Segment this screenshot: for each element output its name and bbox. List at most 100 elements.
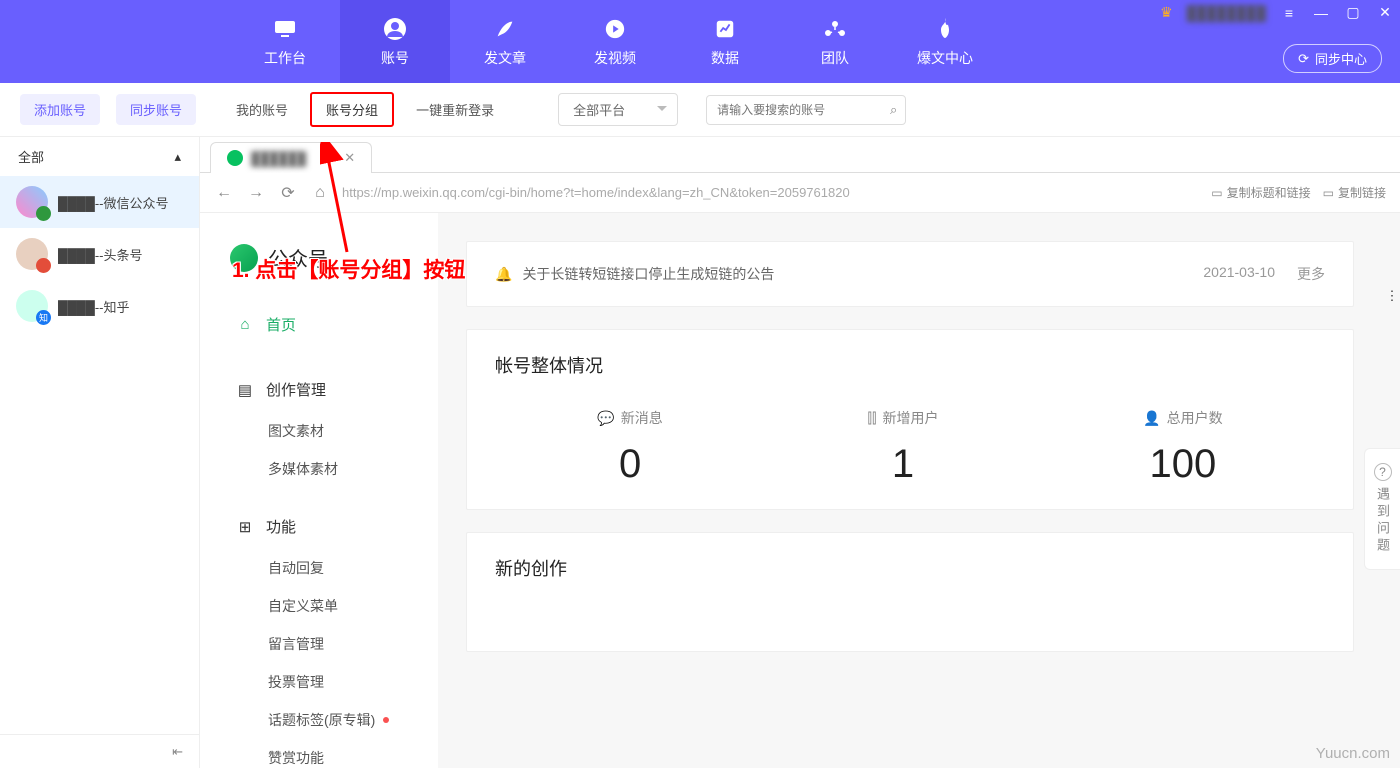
mp-content: 🔔 5 🔔 关于长链转短链接口停止生成短链的公告 2021-03-10 更多 — [438, 213, 1400, 768]
account-search[interactable]: ⌕ — [706, 95, 906, 125]
search-icon[interactable]: ⌕ — [882, 102, 905, 118]
sub-image-text[interactable]: 图文素材 — [230, 412, 420, 450]
browser-panel: ██████ ✕ ← → ⟳ ⌂ https://mp.weixin.qq.co… — [200, 137, 1400, 768]
home-button[interactable]: ⌂ — [310, 184, 330, 202]
nav-article[interactable]: 发文章 — [450, 0, 560, 83]
forward-button[interactable]: → — [246, 184, 266, 202]
menu-label: 首页 — [266, 314, 296, 335]
account-item[interactable]: ████--头条号 — [0, 228, 199, 280]
stat-block: 👤总用户数 100 — [1143, 408, 1222, 487]
copy-title-link-label: 复制标题和链接 — [1227, 184, 1311, 201]
stat-label: 新增用户 — [882, 408, 938, 428]
sub-topic[interactable]: 话题标签(原专辑) — [230, 701, 420, 739]
account-name: ████--知乎 — [58, 297, 130, 316]
group-header[interactable]: 全部 ▴ — [0, 137, 199, 176]
user-name[interactable]: ████████ — [1187, 5, 1266, 21]
copy-link-button[interactable]: ▭ 复制链接 — [1323, 184, 1386, 201]
menu-home[interactable]: ⌂ 首页 — [230, 302, 420, 347]
stat-value: 100 — [1143, 442, 1222, 487]
question-icon: ? — [1374, 463, 1392, 481]
address-bar: ← → ⟳ ⌂ https://mp.weixin.qq.com/cgi-bin… — [200, 173, 1400, 213]
annotation-text: 1. 点击【账号分组】按钮 — [232, 254, 465, 284]
reload-button[interactable]: ⟳ — [278, 183, 298, 203]
account-name: ████--头条号 — [58, 245, 143, 264]
maximize-button[interactable]: ▢ — [1344, 4, 1362, 21]
search-input[interactable] — [707, 103, 882, 117]
zhihu-badge-icon: 知 — [36, 310, 51, 325]
notice-card: 🔔 关于长链转短链接口停止生成短链的公告 2021-03-10 更多 — [466, 241, 1354, 307]
help-tab[interactable]: ? 遇到问题 — [1364, 448, 1400, 570]
menu-icon[interactable]: ≡ — [1280, 5, 1298, 21]
watermark: Yuucn.com — [1316, 745, 1390, 762]
nav-hot[interactable]: 爆文中心 — [890, 0, 1000, 83]
page-tab[interactable]: ██████ ✕ — [210, 142, 372, 173]
nav-video[interactable]: 发视频 — [560, 0, 670, 83]
nav-worktable[interactable]: 工作台 — [230, 0, 340, 83]
sync-center-button[interactable]: ⟳ 同步中心 — [1283, 44, 1382, 73]
help-label: 遇到问题 — [1373, 487, 1392, 555]
account-name: ████--微信公众号 — [58, 193, 169, 212]
chart-icon — [712, 16, 738, 42]
account-item[interactable]: 知 ████--知乎 — [0, 280, 199, 332]
nav-label: 爆文中心 — [917, 48, 973, 68]
group-label: 全部 — [18, 147, 44, 166]
menu-label: 功能 — [266, 516, 296, 537]
platform-select[interactable]: 全部平台 — [558, 93, 678, 126]
nav-label: 发文章 — [484, 48, 526, 68]
stat-block: ⫿⫿新增用户 1 — [868, 408, 939, 487]
nav-team[interactable]: 团队 — [780, 0, 890, 83]
relogin-button[interactable]: 一键重新登录 — [402, 94, 508, 125]
sub-comments[interactable]: 留言管理 — [230, 625, 420, 663]
sync-account-button[interactable]: 同步账号 — [116, 94, 196, 125]
refresh-icon: ⟳ — [1298, 51, 1309, 67]
nav-account[interactable]: 账号 — [340, 0, 450, 83]
sub-reward[interactable]: 赞赏功能 — [230, 739, 420, 768]
chevron-up-icon: ▴ — [174, 149, 181, 165]
notice-more-link[interactable]: 更多 — [1297, 264, 1325, 284]
my-accounts-tab[interactable]: 我的账号 — [222, 94, 302, 125]
embedded-page: 公众号 ⌂ 首页 ▤ 创作管理 图文素材 多媒体素材 ⊞ 功能 自动回 — [200, 213, 1400, 768]
wechat-badge-icon — [36, 206, 51, 221]
avatar — [16, 186, 48, 218]
tab-strip: ██████ ✕ — [200, 137, 1400, 173]
sub-multimedia[interactable]: 多媒体素材 — [230, 450, 420, 488]
tab-close-icon[interactable]: ✕ — [344, 150, 355, 166]
toutiao-badge-icon — [36, 258, 51, 273]
user-icon — [382, 16, 408, 42]
collapse-icon[interactable]: ⇤ — [172, 744, 183, 760]
nav-label: 团队 — [821, 48, 849, 68]
fire-icon — [932, 16, 958, 42]
copy-title-link-button[interactable]: ▭ 复制标题和链接 — [1211, 184, 1310, 201]
nav-label: 发视频 — [594, 48, 636, 68]
sub-label: 话题标签(原专辑) — [268, 710, 375, 730]
avatar: 知 — [16, 290, 48, 322]
notice-text[interactable]: 关于长链转短链接口停止生成短链的公告 — [522, 264, 774, 284]
back-button[interactable]: ← — [214, 184, 234, 202]
document-icon: ▤ — [236, 381, 254, 399]
add-account-button[interactable]: 添加账号 — [20, 94, 100, 125]
new-dot-icon — [383, 717, 389, 723]
account-item[interactable]: ████--微信公众号 — [0, 176, 199, 228]
sub-vote[interactable]: 投票管理 — [230, 663, 420, 701]
close-button[interactable]: ✕ — [1376, 4, 1394, 21]
top-nav: 工作台 账号 发文章 发视频 数据 团队 爆文中心 ♛ ████████ ≡ — [0, 0, 1400, 83]
stat-label: 新消息 — [621, 408, 663, 428]
menu-function[interactable]: ⊞ 功能 — [230, 504, 420, 549]
stat-value: 1 — [868, 442, 939, 487]
feather-icon — [492, 16, 518, 42]
create-card: 新的创作 — [466, 532, 1354, 652]
favicon-icon — [227, 150, 243, 166]
account-group-tab[interactable]: 账号分组 — [310, 92, 394, 127]
sub-custommenu[interactable]: 自定义菜单 — [230, 587, 420, 625]
menu-creation[interactable]: ▤ 创作管理 — [230, 367, 420, 412]
nav-label: 工作台 — [264, 48, 306, 68]
notice-date: 2021-03-10 — [1203, 264, 1275, 284]
side-expand-icon[interactable]: ⋮ — [1384, 285, 1400, 307]
tab-title: ██████ — [251, 151, 306, 166]
sub-autoreply[interactable]: 自动回复 — [230, 549, 420, 587]
minimize-button[interactable]: — — [1312, 5, 1330, 21]
nav-data[interactable]: 数据 — [670, 0, 780, 83]
account-sidebar: 全部 ▴ ████--微信公众号 ████--头条号 知 ████--知乎 ⇤ — [0, 137, 200, 768]
url-field[interactable]: https://mp.weixin.qq.com/cgi-bin/home?t=… — [342, 185, 1199, 200]
crown-icon: ♛ — [1160, 4, 1173, 21]
